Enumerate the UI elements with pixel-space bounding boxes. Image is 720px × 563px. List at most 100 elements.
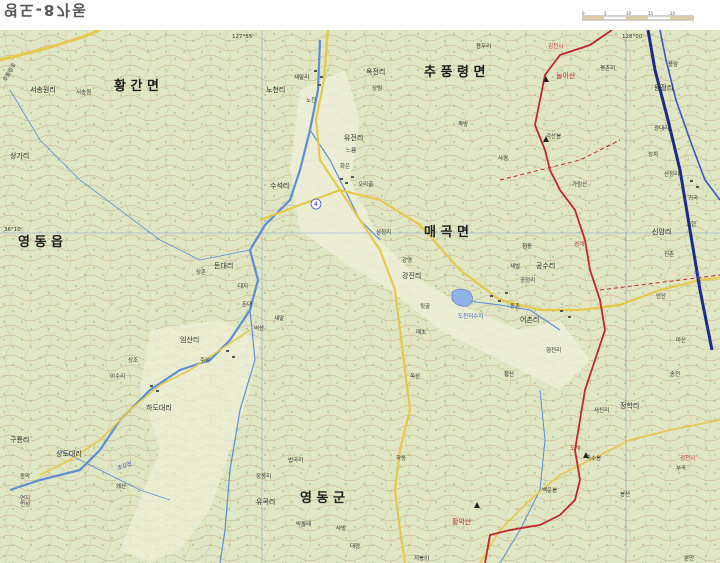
label-oksan: 옥산 — [410, 372, 420, 380]
scale-bar: 0 5 10 15 20 — [582, 11, 694, 21]
label-sangjo: 상조 — [128, 356, 138, 364]
scale-tick-3: 15 — [648, 11, 654, 16]
label-sangga: 상가리 — [10, 151, 29, 160]
label-okjeongol: 오리골 — [358, 180, 373, 188]
label-daetji: 대지 — [238, 282, 248, 290]
reservoir-label: 도천저수지 — [458, 312, 483, 320]
label-baekun: 백운봉 — [542, 486, 557, 494]
label-sindong: 신암리 — [652, 227, 671, 236]
lon-label-left: 127°55' — [232, 34, 254, 40]
boundary-label-1: 김천시 — [548, 42, 563, 50]
label-seosong: 서송원리 — [30, 85, 56, 94]
label-suseok: 수석리 — [270, 181, 289, 190]
label-nodong: 노천리 — [266, 85, 285, 94]
label-sangchon: 상촌 — [196, 268, 206, 276]
label-sanjeong: 산정리 — [664, 170, 679, 178]
label-gimcheon-corner: 김천시 — [680, 454, 695, 462]
scale-tick-1: 5 — [604, 11, 607, 16]
district-hwanggan: 황 간 면 — [114, 78, 159, 94]
label-daegyeong: 대경 — [350, 542, 360, 550]
label-eochon: 어촌리 — [520, 315, 539, 324]
label-hwangnyeong: 황악산 — [452, 517, 472, 526]
label-seosongwon: 서송원 — [76, 88, 91, 96]
label-dongchon: 동촌 — [510, 302, 520, 310]
lat-label-left: 36°10' — [4, 227, 22, 233]
label-jukbang: 죽방 — [458, 120, 468, 128]
label-ipsan: 임산리 — [180, 335, 199, 344]
label-jibongi: 지봉이 — [414, 554, 429, 562]
label-samjeong: 삼정리 — [376, 228, 391, 236]
label-waesan: 왜산 — [116, 482, 126, 490]
label-yongdu: 용두리 — [476, 42, 491, 50]
label-dwitgol: 뒷골 — [420, 302, 430, 310]
label-eonseong: 언성 — [20, 500, 30, 508]
label-okjeon: 옥전리 — [366, 67, 385, 76]
scale-tick-2: 10 — [626, 11, 632, 16]
label-gwangdae: 광대리 — [654, 124, 669, 132]
label-sabang: 사방 — [336, 524, 346, 532]
label-sasin: 사신리 — [594, 406, 609, 414]
label-bugok: 부곡 — [676, 465, 686, 472]
label-bunman: 분만 — [684, 554, 694, 562]
label-beopgok: 법곡리 — [288, 456, 303, 464]
district-chupungnyeong: 추 풍 령 면 — [424, 64, 485, 80]
label-nocheon: 노천 — [306, 96, 316, 104]
label-gongjeong: 공정리 — [520, 276, 535, 284]
label-isoo: 이수리 — [110, 372, 125, 380]
label-saemal: 새말 — [274, 314, 284, 322]
label-hwaeun: 화은 — [340, 163, 350, 170]
label-juseong: 주성 — [200, 356, 210, 364]
label-hado: 하도대리 — [146, 403, 172, 412]
forest-overlay — [0, 30, 720, 563]
label-maejo: 매초 — [416, 328, 426, 336]
label-dongmak: 동막 — [20, 473, 30, 480]
map-sheet-title: 영도-8가동 — [4, 1, 88, 19]
label-dojeon: 느름 — [346, 147, 356, 154]
label-sapyeong: 사평 — [498, 154, 508, 162]
label-jangdong: 장동리 — [256, 472, 271, 480]
label-gohyeon: 고현 — [686, 220, 696, 228]
label-gyugok: 귀곡 — [688, 195, 698, 202]
label-bakdoltae: 박돌태 — [296, 520, 311, 528]
district-yeongdong-eup: 영 동 읍 — [18, 234, 63, 250]
label-dondaegol: 돈대 — [242, 300, 252, 308]
label-bisan: 비산 — [254, 324, 264, 332]
label-gareum: 가림산 — [572, 180, 587, 188]
label-yuguk: 유곡리 — [256, 497, 275, 506]
label-hwangsan: 황산 — [504, 370, 514, 378]
scale-tick-4: 20 — [670, 11, 676, 16]
label-gongsu: 공수리 — [536, 261, 555, 270]
label-nulli: 눌이산 — [556, 71, 576, 80]
map-viewer: 영도-8가동 0 5 10 15 20 127°55' 128°00' 36°1… — [0, 0, 720, 563]
label-hyeongjeon: 형전리 — [546, 346, 561, 354]
label-guryong: 구룡리 — [10, 435, 29, 444]
label-gangyeong: 강영 — [402, 256, 412, 264]
label-saebeol: 새벌 — [510, 262, 520, 270]
label-pyeongchon: 평촌리 — [600, 64, 615, 72]
district-yeongdong-gun: 영 동 군 — [300, 491, 345, 506]
boundary-label-3: 도계 — [570, 444, 580, 452]
boundary-label-2: 경계 — [574, 240, 584, 248]
scale-tick-0: 0 — [582, 11, 585, 16]
label-yongjeong: 용정리 — [654, 83, 673, 92]
map-header-strip: 영도-8가동 0 5 10 15 20 — [0, 0, 720, 30]
route-4-number: 4 — [314, 201, 318, 208]
label-dondae: 돈대리 — [214, 261, 233, 270]
label-sangnim: 상림 — [372, 84, 382, 92]
label-sangdo: 상도대리 — [56, 449, 82, 458]
label-yujeon: 유전리 — [344, 133, 363, 142]
label-gaktsan: 각산봉 — [546, 132, 561, 140]
lon-label-right: 128°00' — [622, 34, 644, 40]
label-hakdong: 학동 — [396, 454, 406, 462]
label-masan: 마산 — [676, 336, 686, 344]
label-yeonchi: 연지 — [20, 494, 30, 502]
label-neungchi: 능치 — [648, 150, 658, 158]
label-yongam: 용암 — [668, 60, 678, 68]
label-gangjin: 강진리 — [402, 271, 421, 280]
label-guksung: 국수봉 — [586, 455, 601, 462]
topographic-map[interactable]: 127°55' 128°00' 36°10' 도천저수지 초강천 김천시 경계 … — [0, 30, 720, 563]
label-bongsan: 봉산 — [620, 490, 630, 498]
label-jinchon: 진촌 — [664, 250, 674, 258]
label-jeonghak: 정학리 — [620, 401, 639, 410]
label-ansan: 안산 — [656, 292, 666, 300]
